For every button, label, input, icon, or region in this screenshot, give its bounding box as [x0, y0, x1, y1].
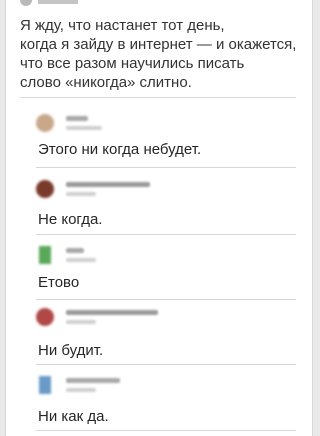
comment-meta [66, 192, 96, 196]
commenter-name[interactable] [66, 116, 88, 121]
divider [36, 364, 296, 365]
post-line: когда я зайду в интернет — и окажется, [20, 36, 297, 53]
divider [36, 167, 296, 168]
post-author-avatar[interactable] [20, 0, 32, 6]
comment-meta [66, 320, 96, 324]
commenter-name[interactable] [66, 248, 84, 253]
divider [36, 234, 296, 235]
commenter-name[interactable] [66, 182, 150, 187]
comment-meta [66, 258, 96, 262]
comment-meta [66, 126, 102, 130]
commenter-name[interactable] [66, 310, 158, 315]
post-line: слово «никогда» слитно. [20, 74, 192, 91]
comment-text: Етово [38, 274, 80, 291]
comment-meta [66, 388, 96, 392]
post-author-name[interactable] [38, 0, 78, 4]
comment-text: Ни как да. [38, 408, 109, 425]
divider [20, 97, 296, 98]
commenter-avatar[interactable] [36, 114, 54, 132]
commenter-avatar[interactable] [39, 376, 51, 394]
commenter-avatar[interactable] [36, 308, 54, 326]
divider [36, 299, 296, 300]
post-body: Я жду, что настанет тот день, когда я за… [20, 16, 310, 92]
post-line: что все разом научились писать [20, 55, 245, 72]
commenter-avatar[interactable] [39, 246, 51, 264]
commenter-avatar[interactable] [36, 180, 54, 198]
divider [36, 430, 296, 431]
commenter-name[interactable] [66, 378, 120, 383]
comment-text: Ни будит. [38, 342, 104, 359]
post-card: Я жду, что настанет тот день, когда я за… [5, 0, 313, 436]
comment-text: Этого ни когда небудет. [38, 141, 202, 158]
post-author-header [20, 0, 110, 8]
post-line: Я жду, что настанет тот день, [20, 17, 225, 34]
comment-text: Не когда. [38, 211, 103, 228]
